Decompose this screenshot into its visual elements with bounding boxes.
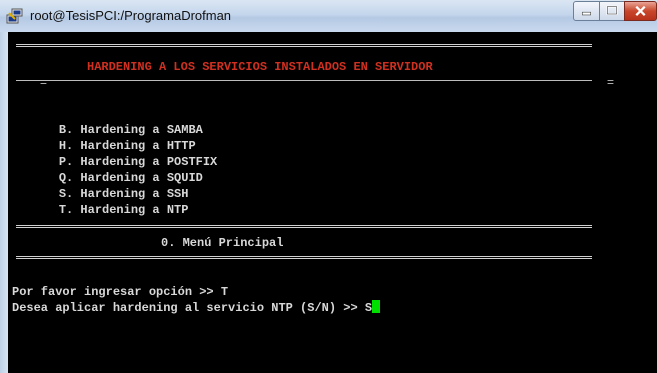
- top-separator: [16, 44, 592, 47]
- maximize-icon: [606, 5, 618, 15]
- menu-item-squid: Q. Hardening a SQUID: [58, 171, 203, 185]
- main-menu-option: 0. Menú Principal: [161, 236, 284, 250]
- menu-item-ssh: S. Hardening a SSH: [58, 187, 189, 201]
- menu-item-samba: B. Hardening a SAMBA: [58, 123, 203, 137]
- header-line: =: [11, 59, 47, 90]
- close-button[interactable]: [624, 1, 657, 21]
- confirm-prompt: Desea aplicar hardening al servicio NTP …: [12, 301, 373, 315]
- header-title: HARDENING A LOS SERVICIOS INSTALADOS EN …: [87, 60, 433, 74]
- minimize-icon: [582, 11, 591, 16]
- terminal-cursor: [372, 300, 381, 313]
- header-bottom-separator: [16, 80, 592, 81]
- putty-app-icon[interactable]: [6, 7, 24, 25]
- window-left-border: [0, 32, 8, 373]
- main-menu-separator: [16, 256, 592, 259]
- menu-item-postfix: P. Hardening a POSTFIX: [58, 155, 218, 169]
- window-titlebar[interactable]: root@TesisPCI:/ProgramaDrofman: [0, 0, 657, 32]
- menu-bottom-separator: [16, 225, 592, 228]
- window-title: root@TesisPCI:/ProgramaDrofman: [30, 8, 232, 23]
- header-right-marker: =: [606, 76, 615, 90]
- option-prompt: Por favor ingresar opción >> T: [12, 285, 229, 299]
- maximize-button[interactable]: [599, 1, 625, 21]
- header-left-marker: =: [39, 76, 48, 90]
- menu-item-ntp: T. Hardening a NTP: [58, 203, 189, 217]
- terminal-console[interactable]: = HARDENING A LOS SERVICIOS INSTALADOS E…: [8, 32, 657, 373]
- menu-item-http: H. Hardening a HTTP: [58, 139, 196, 153]
- confirm-prompt-line: Desea aplicar hardening al servicio NTP …: [12, 300, 381, 316]
- close-icon: [635, 5, 646, 16]
- minimize-button[interactable]: [573, 1, 600, 21]
